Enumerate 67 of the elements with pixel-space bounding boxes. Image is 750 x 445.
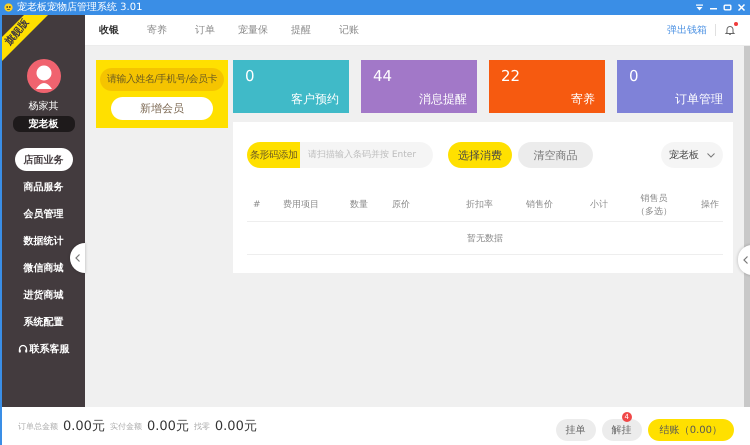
column-header: 操作	[701, 198, 720, 211]
caret-icon	[707, 152, 715, 158]
sidebar-item[interactable]: 店面业务	[14, 148, 72, 171]
summary-value: 0.00元	[63, 418, 105, 435]
empty-message: 暂无数据	[467, 232, 503, 244]
stat-card[interactable]: 0 订单管理	[617, 60, 733, 113]
column-header: 费用项目	[283, 198, 320, 211]
user-name: 杨家其	[28, 100, 58, 113]
member-search-field[interactable]: 请输入姓名/手机号/会员卡	[100, 68, 224, 91]
summary-label: 找零	[194, 420, 210, 432]
add-member-button[interactable]: 新增会员	[111, 96, 213, 120]
select-items-button[interactable]: 选择消费	[448, 142, 512, 168]
stat-value: 0	[245, 67, 256, 85]
barcode-field[interactable]: 请扫描输入条码并按 Enter	[300, 142, 433, 168]
nav-tab[interactable]: 订单	[181, 23, 229, 37]
chevron-left-icon	[742, 256, 748, 264]
role-label: 宠老板	[12, 116, 74, 132]
staff-select[interactable]: 宠老板	[661, 142, 723, 168]
stat-label: 客户预约	[291, 91, 339, 108]
summary-label: 实付金额	[110, 420, 142, 432]
sidebar-item[interactable]: 进货商城	[14, 283, 72, 306]
stat-card[interactable]: 22 寄养	[489, 60, 605, 113]
barcode-label: 条形码添加	[247, 142, 300, 168]
clear-items-button[interactable]: 清空商品	[518, 142, 593, 168]
sidebar-item[interactable]: 系统配置	[14, 310, 72, 333]
scrollbar[interactable]	[744, 46, 750, 407]
footer-button[interactable]: 解挂	[602, 418, 642, 440]
summary-label: 订单总金额	[18, 420, 58, 432]
window-title: 宠老板宠物店管理系统 3.01	[17, 2, 142, 14]
stat-value: 22	[501, 67, 522, 85]
stat-value: 44	[373, 67, 394, 85]
column-header: 原价	[392, 198, 411, 211]
nav-tab[interactable]: 收银	[85, 23, 133, 37]
nav-tab[interactable]: 寄养	[133, 23, 181, 37]
nav-tab[interactable]: 宠量保	[229, 23, 277, 37]
checkout-button[interactable]: 结账（0.00）	[648, 418, 734, 440]
summary-value: 0.00元	[214, 418, 257, 435]
sidebar-item[interactable]: 微信商城	[14, 256, 72, 279]
sidebar-item[interactable]: 联系客服	[14, 337, 72, 360]
nav-tab[interactable]: 提醒	[277, 23, 325, 37]
stat-card[interactable]: 44 消息提醒	[361, 60, 477, 113]
bell-icon[interactable]	[724, 24, 736, 36]
sidebar-item[interactable]: 数据统计	[14, 229, 72, 252]
column-header: 销售价	[526, 198, 554, 211]
column-header: 小计	[590, 198, 609, 211]
column-header: 折扣率	[466, 198, 494, 211]
close-icon[interactable]	[737, 3, 746, 12]
stat-label: 订单管理	[675, 91, 723, 108]
avatar	[26, 59, 60, 93]
edition-label: 旗舰版	[2, 16, 32, 48]
stat-label: 消息提醒	[419, 91, 467, 108]
column-header: #	[253, 200, 262, 210]
app-logo-icon	[4, 3, 13, 12]
stat-label: 寄养	[571, 91, 595, 108]
column-header: 销售员 （多选）	[635, 192, 673, 218]
sidebar-item[interactable]: 会员管理	[14, 202, 72, 225]
chevron-left-icon	[75, 254, 80, 262]
headset-icon	[18, 344, 28, 354]
stat-value: 0	[629, 67, 640, 85]
summary-value: 0.00元	[146, 418, 189, 435]
footer-button[interactable]: 挂单	[556, 418, 596, 440]
cash-drawer-link[interactable]: 弹出钱箱	[667, 23, 707, 37]
restore-icon[interactable]	[723, 3, 732, 12]
nav-tab[interactable]: 记账	[325, 23, 373, 37]
dropdown-icon[interactable]	[695, 3, 704, 12]
sidebar-item[interactable]: 商品服务	[14, 175, 72, 198]
column-header: 数量	[350, 198, 369, 211]
